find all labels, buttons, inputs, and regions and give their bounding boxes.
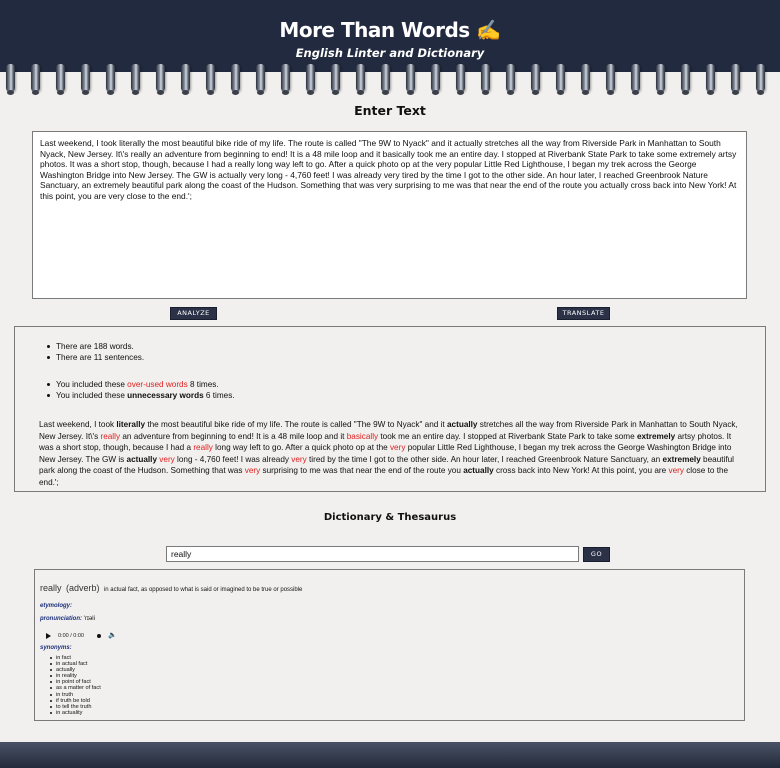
overused-word: very — [291, 454, 307, 464]
spiral-ring — [756, 64, 765, 95]
enter-text-heading: Enter Text — [354, 103, 426, 118]
unnecessary-word: actually — [446, 420, 478, 429]
text-segment: Last weekend, I took — [39, 420, 117, 429]
word-count: There are 188 words. — [15, 341, 144, 352]
pronunciation-value: 'rɪəli — [83, 616, 95, 622]
progress-dot-icon[interactable] — [97, 633, 101, 638]
spiral-ring — [381, 64, 390, 95]
pronunciation-label: pronunciation: — [40, 616, 82, 622]
spiral-ring — [631, 64, 640, 95]
spiral-ring — [206, 64, 215, 95]
spiral-ring — [506, 64, 515, 95]
unnecessary-word: extremely — [636, 431, 676, 441]
spiral-ring — [356, 64, 365, 95]
spiral-ring — [656, 64, 665, 95]
site-title: More Than Words ✍️ — [279, 18, 501, 42]
spiral-ring — [306, 64, 315, 95]
synonym-item: in actuality — [40, 710, 739, 716]
spiral-ring — [156, 64, 165, 95]
spiral-ring — [281, 64, 290, 95]
definition-line: really (adverb) in actual fact, as oppos… — [40, 578, 739, 596]
overused-word: really — [100, 431, 121, 441]
site-subtitle: English Linter and Dictionary — [295, 46, 485, 60]
unnecessary-word: literally — [116, 420, 146, 429]
analysis-results: There are 188 words. There are 11 senten… — [14, 326, 766, 492]
volume-icon[interactable]: 🔈 — [108, 632, 117, 639]
spiral-ring — [56, 64, 65, 95]
overused-word: very — [389, 443, 406, 452]
spiral-ring — [31, 64, 40, 95]
spiral-ring — [481, 64, 490, 95]
analyzed-text: Last weekend, I took literally the most … — [39, 419, 739, 488]
spiral-ring — [331, 64, 340, 95]
text-segment: surprising to me was that near the end o… — [260, 466, 464, 475]
text-input-area[interactable]: Last weekend, I took literally the most … — [32, 131, 747, 299]
overused-prefix: You included these — [56, 380, 128, 389]
text-segment: long - 4,760 feet! I was already — [174, 454, 292, 464]
etymology-label: etymology: — [40, 603, 73, 609]
entry-word: really — [40, 583, 62, 593]
spiral-ring — [106, 64, 115, 95]
text-segment: the most beautiful bike ride of my life.… — [145, 420, 447, 429]
audio-player: 0:00 / 0:00 🔈 — [46, 632, 739, 639]
dictionary-heading: Dictionary & Thesaurus — [323, 512, 457, 523]
spiral-ring — [256, 64, 265, 95]
part-of-speech: (adverb) — [65, 583, 100, 593]
spiral-ring — [406, 64, 415, 95]
flags-list: You included these over-used words 8 tim… — [15, 379, 235, 401]
play-icon[interactable] — [46, 632, 51, 639]
unnecessary-summary: You included these unnecessary words 6 t… — [15, 390, 235, 401]
go-button[interactable]: GO — [583, 547, 610, 562]
overused-suffix: 8 times. — [187, 380, 219, 389]
text-segment: tired by the time I got to the other sid… — [306, 454, 663, 464]
spiral-ring — [681, 64, 690, 95]
unnecessary-word: extremely — [662, 454, 701, 464]
spiral-ring — [556, 64, 565, 95]
spiral-ring — [731, 64, 740, 95]
text-segment: an adventure from beginning to end! It i… — [120, 431, 347, 441]
spiral-ring — [6, 64, 15, 95]
overused-word: very — [244, 466, 261, 475]
spiral-ring — [581, 64, 590, 95]
overused-summary: You included these over-used words 8 tim… — [15, 379, 235, 390]
audio-time: 0:00 / 0:00 — [58, 632, 84, 639]
text-segment: took me an entire day. I stopped at Rive… — [378, 431, 637, 441]
definition-text: in actual fact, as opposed to what is sa… — [103, 587, 303, 593]
spiral-ring — [231, 64, 240, 95]
unnecessary-suffix: 6 times. — [203, 391, 235, 400]
spiral-ring — [181, 64, 190, 95]
dictionary-search-input[interactable] — [166, 546, 579, 562]
text-segment: cross back into New York! At this point,… — [493, 466, 669, 475]
unnecessary-words-label: unnecessary words — [127, 391, 204, 400]
site-header: More Than Words ✍️ English Linter and Di… — [0, 0, 780, 72]
overused-word: really — [193, 443, 213, 452]
spiral-ring — [606, 64, 615, 95]
overused-word: very — [668, 466, 684, 475]
spiral-ring — [431, 64, 440, 95]
overused-word: basically — [346, 431, 379, 441]
overused-words-link[interactable]: over-used words — [127, 380, 188, 389]
spiral-ring — [81, 64, 90, 95]
synonyms-list: in fact in actual fact actually in reality i… — [40, 655, 739, 716]
unnecessary-prefix: You included these — [56, 391, 128, 400]
sentence-count: There are 11 sentences. — [15, 352, 144, 363]
spiral-ring — [456, 64, 465, 95]
synonyms-label: synonyms: — [40, 645, 72, 651]
analyze-button[interactable]: ANALYZE — [170, 307, 217, 320]
notebook-spiral — [0, 64, 780, 95]
text-segment: long way left to go. After a quick photo… — [212, 443, 390, 452]
stats-list: There are 188 words. There are 11 senten… — [15, 341, 144, 363]
unnecessary-word: actually — [126, 454, 158, 464]
footer-band — [0, 742, 780, 768]
spiral-ring — [131, 64, 140, 95]
spiral-ring — [706, 64, 715, 95]
translate-button[interactable]: TRANSLATE — [557, 307, 610, 320]
unnecessary-word: actually — [463, 466, 494, 475]
spiral-ring — [531, 64, 540, 95]
overused-word: very — [159, 454, 175, 464]
pronunciation-line: pronunciation: 'rɪəli — [40, 616, 739, 622]
dictionary-result: really (adverb) in actual fact, as oppos… — [34, 569, 745, 721]
